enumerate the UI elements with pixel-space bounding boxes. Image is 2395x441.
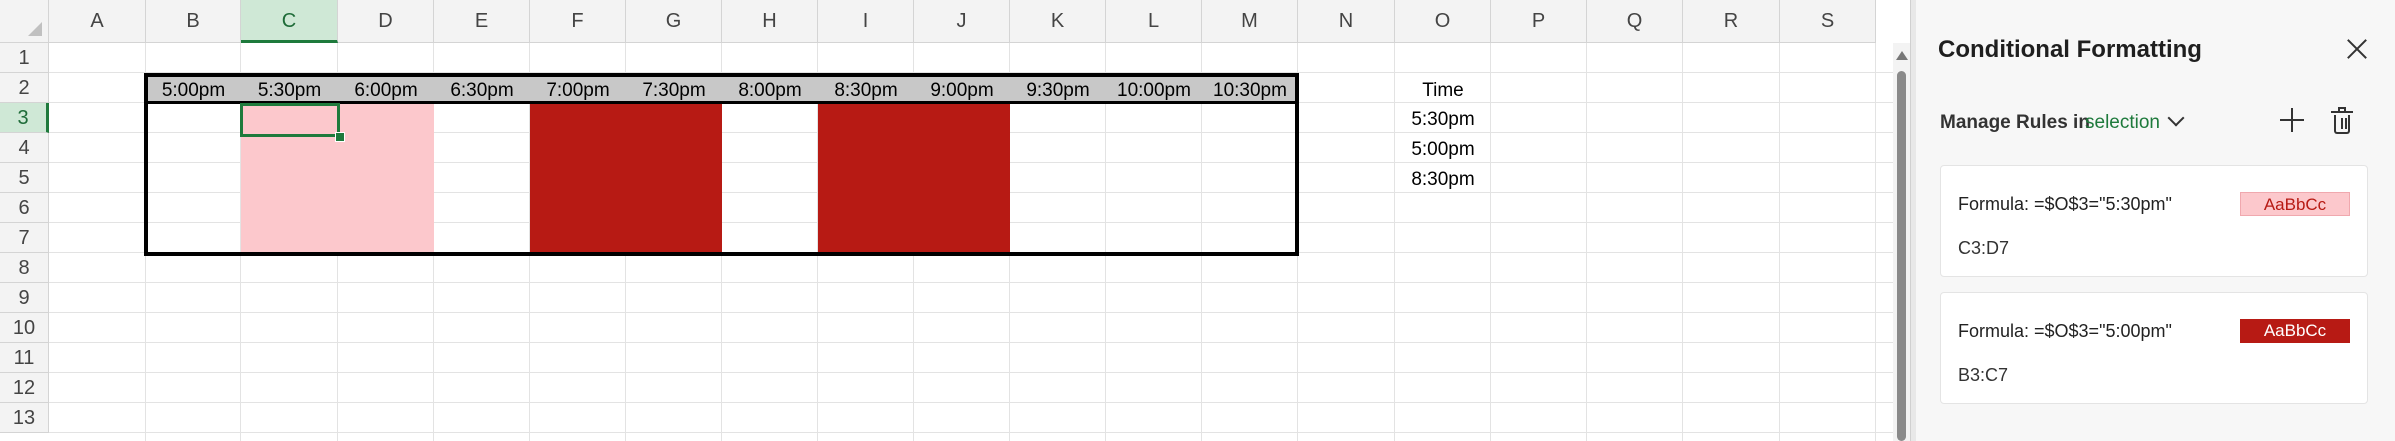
- column-header-i[interactable]: I: [818, 0, 914, 43]
- format-preview: AaBbCc: [2240, 319, 2350, 343]
- vertical-scrollbar[interactable]: [1893, 43, 1910, 441]
- column-header-k[interactable]: K: [1010, 0, 1106, 43]
- row-header-8[interactable]: 8: [0, 253, 49, 283]
- column-header-p[interactable]: P: [1491, 0, 1587, 43]
- scroll-up-icon[interactable]: [1896, 51, 1908, 60]
- column-header-h[interactable]: H: [722, 0, 818, 43]
- time-value-cell[interactable]: 8:30pm: [1395, 167, 1491, 192]
- time-value-cell[interactable]: 5:00pm: [1395, 137, 1491, 162]
- chevron-down-icon[interactable]: [2167, 109, 2185, 127]
- row-header-6[interactable]: 6: [0, 193, 49, 223]
- select-all-corner[interactable]: [0, 0, 49, 43]
- column-header-a[interactable]: A: [49, 0, 146, 43]
- row-header-4[interactable]: 4: [0, 133, 49, 163]
- gridline-h: [49, 342, 1910, 343]
- rule-formula: Formula: =$O$3="5:30pm": [1958, 194, 2172, 214]
- column-header-n[interactable]: N: [1298, 0, 1395, 43]
- manage-rules-label: Manage Rules in: [1940, 112, 2090, 133]
- time-value-cell[interactable]: 5:30pm: [1395, 107, 1491, 132]
- column-header-e[interactable]: E: [434, 0, 530, 43]
- column-header-d[interactable]: D: [338, 0, 434, 43]
- column-header-q[interactable]: Q: [1587, 0, 1683, 43]
- column-header-b[interactable]: B: [146, 0, 241, 43]
- row-header-12[interactable]: 12: [0, 373, 49, 403]
- manage-rules-scope-dropdown[interactable]: selection: [2085, 112, 2160, 134]
- column-header-l[interactable]: L: [1106, 0, 1202, 43]
- fill-handle[interactable]: [335, 132, 345, 142]
- active-cell-c3[interactable]: [240, 103, 340, 137]
- row-header-5[interactable]: 5: [0, 163, 49, 193]
- gridline-h: [49, 372, 1910, 373]
- row-header-2[interactable]: 2: [0, 73, 49, 103]
- gridline-h: [49, 312, 1910, 313]
- row-header-1[interactable]: 1: [0, 43, 49, 73]
- conditional-formatting-pane: Conditional Formatting Manage Rules in s…: [1916, 0, 2395, 441]
- pane-title: Conditional Formatting: [1938, 36, 2202, 63]
- row-header-3[interactable]: 3: [0, 103, 49, 133]
- row-header-11[interactable]: 11: [0, 343, 49, 373]
- delete-rule-icon[interactable]: [2328, 106, 2356, 136]
- gridline-h: [49, 432, 1910, 433]
- scrollbar-thumb[interactable]: [1897, 71, 1906, 441]
- rule-range: B3:C7: [1958, 365, 2009, 385]
- gridline-h: [49, 282, 1910, 283]
- column-header-c[interactable]: C: [241, 0, 338, 43]
- rule-card[interactable]: Formula: =$O$3="5:00pm" B3:C7 AaBbCc: [1940, 292, 2368, 404]
- column-header-j[interactable]: J: [914, 0, 1010, 43]
- format-preview: AaBbCc: [2240, 192, 2350, 216]
- select-all-icon: [28, 22, 42, 36]
- column-header-s[interactable]: S: [1780, 0, 1876, 43]
- time-label-cell[interactable]: Time: [1395, 78, 1491, 103]
- rule-range: C3:D7: [1958, 238, 2010, 258]
- column-header-f[interactable]: F: [530, 0, 626, 43]
- row-header-9[interactable]: 9: [0, 283, 49, 313]
- gridline-h: [49, 402, 1910, 403]
- spreadsheet-grid[interactable]: ABCDEFGHIJKLMNOPQRS 1 2 3 4 5 6 7 8 9 10 11 12 13 5:…: [0, 0, 1910, 441]
- row-header-10[interactable]: 10: [0, 313, 49, 343]
- close-icon[interactable]: [2342, 34, 2372, 64]
- rule-card[interactable]: Formula: =$O$3="5:30pm" C3:D7 AaBbCc: [1940, 165, 2368, 277]
- row-header-13[interactable]: 13: [0, 403, 49, 433]
- row-header-7[interactable]: 7: [0, 223, 49, 253]
- column-header-o[interactable]: O: [1395, 0, 1491, 43]
- column-header-r[interactable]: R: [1683, 0, 1780, 43]
- add-rule-icon[interactable]: [2278, 106, 2306, 134]
- column-header-g[interactable]: G: [626, 0, 722, 43]
- column-header-m[interactable]: M: [1202, 0, 1298, 43]
- rule-formula: Formula: =$O$3="5:00pm": [1958, 321, 2172, 341]
